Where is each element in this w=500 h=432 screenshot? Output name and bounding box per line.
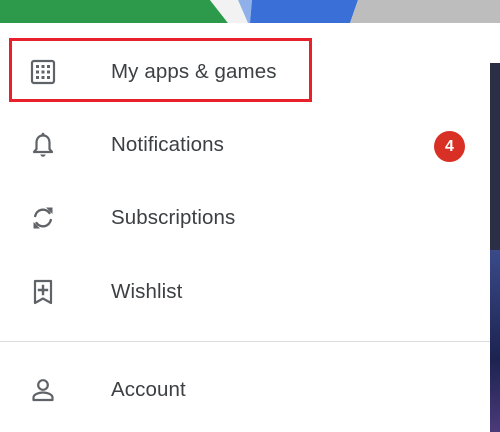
selection-highlight-box (9, 38, 312, 102)
bookmark-add-icon (33, 279, 53, 305)
notification-count-badge: 4 (434, 131, 465, 162)
blue-band (250, 0, 358, 23)
green-band (0, 0, 228, 23)
menu-divider (0, 341, 490, 342)
header-color-bands (0, 0, 490, 23)
menu-item-label: Notifications (111, 133, 224, 156)
refresh-icon (33, 207, 53, 229)
navigation-drawer: My apps & games Notifications 4 Subscrip… (0, 23, 490, 432)
menu-item-wishlist[interactable]: Wishlist (0, 256, 490, 328)
drawer-header-art (0, 0, 490, 23)
peek-top (490, 0, 500, 23)
menu-item-label: Subscriptions (111, 206, 236, 229)
menu-item-label: Wishlist (111, 280, 183, 303)
menu-item-label: Account (111, 378, 186, 401)
background-content-peek (490, 0, 500, 432)
menu-item-subscriptions[interactable]: Subscriptions (0, 182, 490, 254)
bell-icon (32, 132, 54, 157)
menu-item-notifications[interactable]: Notifications (0, 109, 490, 181)
grey-band (350, 0, 490, 23)
person-icon (32, 379, 54, 402)
menu-item-account[interactable]: Account (0, 354, 490, 426)
peek-image (490, 250, 500, 432)
peek-light (490, 23, 500, 63)
